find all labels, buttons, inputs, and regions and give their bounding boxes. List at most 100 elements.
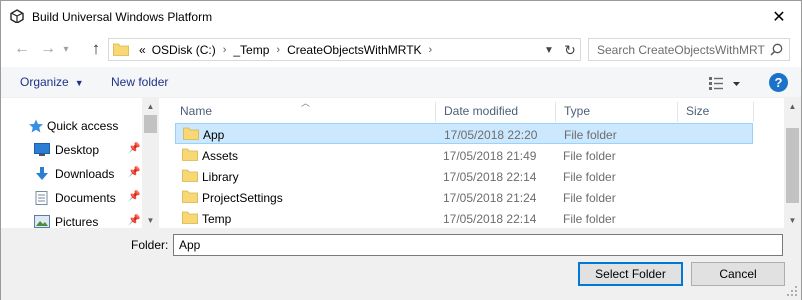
file-type: File folder: [563, 212, 616, 226]
file-date-modified: 17/05/2018 21:49: [443, 149, 537, 163]
resize-grip-icon[interactable]: [786, 285, 798, 297]
breadcrumb-overflow[interactable]: «: [136, 43, 149, 57]
pin-icon: 📌: [128, 215, 141, 226]
sidebar-item-label: Desktop: [55, 143, 100, 157]
chevron-down-icon: ▼: [74, 78, 84, 88]
pin-icon: 📌: [128, 167, 141, 178]
refresh-button[interactable]: ↻: [561, 41, 579, 59]
arrow-right-icon: →: [40, 40, 56, 57]
recent-locations-button[interactable]: ▾: [59, 39, 73, 59]
file-dialog: Build Universal Windows Platform ✕ ← → ▾…: [0, 0, 802, 300]
navigation-scrollbar[interactable]: ▲ ▼: [142, 98, 159, 228]
file-name: ProjectSettings: [202, 191, 283, 205]
sidebar-item-desktop[interactable]: Desktop 📌: [1, 139, 141, 161]
arrow-up-icon: ↑: [91, 39, 101, 58]
column-header-size[interactable]: Size: [678, 102, 754, 122]
address-bar[interactable]: « OSDisk (C:) › _Temp › CreateObjectsWit…: [108, 38, 581, 61]
refresh-icon: ↻: [564, 41, 576, 58]
cancel-button[interactable]: Cancel: [691, 262, 785, 286]
breadcrumb-item-temp[interactable]: _Temp: [230, 43, 272, 57]
folder-icon: [182, 148, 198, 161]
file-name: App: [203, 128, 225, 142]
table-row[interactable]: Assets 17/05/2018 21:49 File folder: [175, 145, 753, 166]
sidebar-item-label: Downloads: [55, 167, 115, 181]
scroll-up-icon[interactable]: ▲: [784, 98, 801, 114]
scrollbar-thumb[interactable]: [144, 115, 157, 133]
column-header-date-modified[interactable]: Date modified: [436, 102, 556, 122]
help-button[interactable]: ?: [769, 73, 788, 92]
address-dropdown-button[interactable]: ▼: [541, 43, 557, 57]
file-list-scrollbar[interactable]: ▲ ▼: [784, 98, 801, 228]
file-name: Library: [202, 170, 239, 184]
window-title: Build Universal Windows Platform: [32, 10, 213, 24]
folder-name-field[interactable]: [173, 234, 783, 256]
file-type: File folder: [564, 128, 617, 142]
desktop-icon: [34, 143, 50, 156]
star-icon: [29, 119, 43, 133]
up-button[interactable]: ↑: [85, 39, 107, 59]
breadcrumb-separator[interactable]: ›: [272, 44, 284, 56]
pin-icon: 📌: [128, 143, 141, 154]
file-type: File folder: [563, 149, 616, 163]
search-input[interactable]: Search CreateObjectsWithMRTK: [597, 43, 765, 57]
organize-label: Organize: [20, 75, 69, 89]
back-button[interactable]: ←: [11, 39, 33, 59]
sidebar-item-label: Quick access: [47, 119, 119, 133]
forward-button[interactable]: →: [37, 39, 59, 59]
breadcrumb-item-osdisk[interactable]: OSDisk (C:): [149, 43, 219, 57]
chevron-down-icon: ▾: [63, 43, 69, 55]
new-folder-button[interactable]: New folder: [111, 75, 168, 89]
folder-label: Folder:: [131, 238, 169, 252]
folder-icon: [182, 211, 198, 224]
documents-icon: [35, 191, 48, 205]
file-list: ︿ Name Date modified Type Size App 17/05…: [161, 98, 784, 228]
help-icon: ?: [774, 75, 783, 90]
sidebar-item-downloads[interactable]: Downloads 📌: [1, 163, 141, 185]
column-header-name[interactable]: Name: [172, 102, 436, 122]
folder-icon: [182, 190, 198, 203]
close-icon: ✕: [772, 8, 786, 26]
select-folder-button[interactable]: Select Folder: [578, 262, 683, 286]
scroll-up-icon[interactable]: ▲: [142, 98, 159, 114]
pin-icon: 📌: [128, 191, 141, 202]
sidebar-item-label: Pictures: [55, 215, 99, 228]
chevron-down-icon: ▼: [544, 44, 554, 56]
table-row[interactable]: ProjectSettings 17/05/2018 21:24 File fo…: [175, 187, 753, 208]
breadcrumb-separator[interactable]: ›: [219, 44, 231, 56]
sidebar-item-documents[interactable]: Documents 📌: [1, 187, 141, 209]
table-row[interactable]: Library 17/05/2018 22:14 File folder: [175, 166, 753, 187]
search-box[interactable]: Search CreateObjectsWithMRTK: [588, 38, 790, 61]
scroll-down-icon[interactable]: ▼: [784, 212, 801, 228]
search-icon: [770, 43, 783, 56]
breadcrumb: « OSDisk (C:) › _Temp › CreateObjectsWit…: [136, 43, 436, 57]
file-name: Temp: [202, 212, 232, 226]
sidebar-item-quick-access[interactable]: Quick access: [1, 115, 141, 137]
unity-icon: [10, 9, 24, 23]
folder-icon: [182, 169, 198, 182]
column-header-type[interactable]: Type: [556, 102, 678, 122]
arrow-left-icon: ←: [14, 40, 30, 57]
file-date-modified: 17/05/2018 21:24: [443, 191, 537, 205]
sidebar-item-pictures[interactable]: Pictures 📌: [1, 211, 141, 228]
command-bar: Organize ▼ New folder ?: [1, 67, 801, 98]
breadcrumb-item-project[interactable]: CreateObjectsWithMRTK: [284, 43, 424, 57]
table-row[interactable]: Temp 17/05/2018 22:14 File folder: [175, 208, 753, 228]
scrollbar-thumb[interactable]: [786, 128, 799, 203]
folder-icon: [113, 43, 129, 56]
file-date-modified: 17/05/2018 22:14: [443, 212, 537, 226]
organize-button[interactable]: Organize ▼: [20, 75, 84, 89]
close-button[interactable]: ✕: [757, 1, 801, 32]
new-folder-label: New folder: [111, 75, 169, 89]
folder-icon: [183, 127, 199, 140]
breadcrumb-separator[interactable]: ›: [425, 44, 437, 56]
download-icon: [36, 167, 48, 180]
title-bar[interactable]: Build Universal Windows Platform ✕: [1, 1, 801, 32]
dialog-footer: Folder: Select Folder Cancel: [1, 228, 801, 300]
table-row[interactable]: App 17/05/2018 22:20 File folder: [175, 123, 753, 144]
file-type: File folder: [563, 191, 616, 205]
navigation-pane: Quick access Desktop 📌 Downloads 📌 Docum…: [1, 98, 159, 228]
address-row: ← → ▾ ↑ « OSDisk (C:) › _Temp › CreateOb…: [1, 34, 801, 64]
file-date-modified: 17/05/2018 22:20: [444, 128, 538, 142]
change-view-icon[interactable]: [707, 74, 743, 92]
scroll-down-icon[interactable]: ▼: [142, 212, 159, 228]
